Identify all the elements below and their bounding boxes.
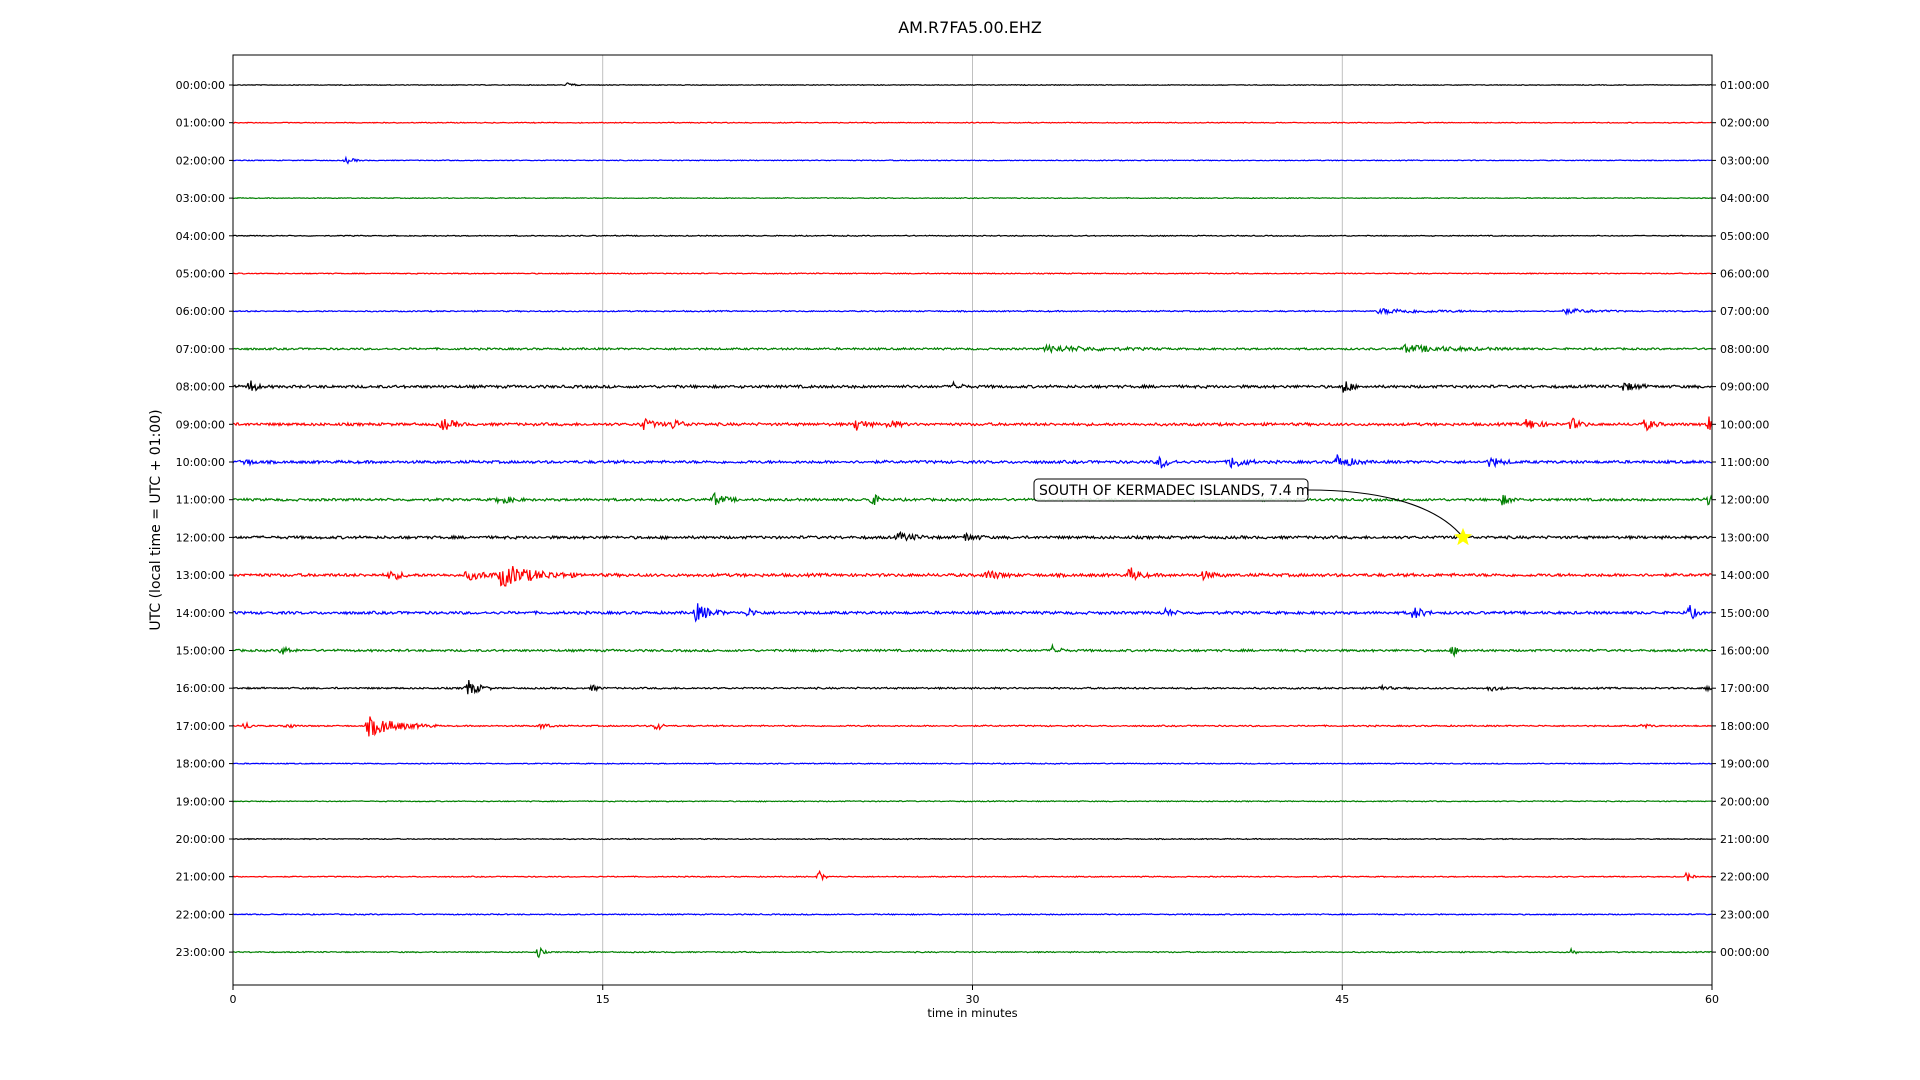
row-label-left: 15:00:00	[176, 645, 225, 658]
trace-row-04:00:00	[232, 234, 1713, 238]
row-label-right: 02:00:00	[1720, 117, 1769, 130]
row-label-left: 04:00:00	[176, 230, 225, 243]
row-label-left: 23:00:00	[176, 946, 225, 959]
row-label-right: 06:00:00	[1720, 268, 1769, 281]
trace-row-20:00:00	[232, 837, 1713, 841]
row-label-left: 00:00:00	[176, 79, 225, 92]
row-label-left: 02:00:00	[176, 154, 225, 167]
x-axis-ticks: 0 15 30 45 60	[230, 985, 1719, 1006]
event-label: SOUTH OF KERMADEC ISLANDS, 7.4 m	[1039, 483, 1310, 499]
row-label-right: 09:00:00	[1720, 381, 1769, 394]
x-axis-label: time in minutes	[927, 1006, 1017, 1020]
x-tick-label: 15	[596, 993, 610, 1006]
row-label-left: 07:00:00	[176, 343, 225, 356]
row-label-right: 05:00:00	[1720, 230, 1769, 243]
row-label-right: 23:00:00	[1720, 908, 1769, 921]
row-label-right: 14:00:00	[1720, 569, 1769, 582]
row-label-right: 18:00:00	[1720, 720, 1769, 733]
row-label-left: 19:00:00	[176, 795, 225, 808]
row-label-right: 22:00:00	[1720, 871, 1769, 884]
row-label-right: 17:00:00	[1720, 682, 1769, 695]
x-tick-label: 30	[966, 993, 980, 1006]
chart-title: AM.R7FA5.00.EHZ	[898, 18, 1042, 37]
row-label-left: 20:00:00	[176, 833, 225, 846]
helicorder-chart: AM.R7FA5.00.EHZ 00:00:00 01:00:00 02:00:00…	[148, 18, 1769, 1020]
row-label-right: 16:00:00	[1720, 645, 1769, 658]
event-annotation: SOUTH OF KERMADEC ISLANDS, 7.4 m	[1033, 478, 1473, 546]
row-label-right: 04:00:00	[1720, 192, 1769, 205]
row-label-right: 19:00:00	[1720, 758, 1769, 771]
row-label-right: 21:00:00	[1720, 833, 1769, 846]
trace-row-18:00:00	[232, 762, 1713, 765]
x-tick-label: 45	[1335, 993, 1349, 1006]
row-label-left: 03:00:00	[176, 192, 225, 205]
row-label-left: 11:00:00	[176, 494, 225, 507]
row-label-left: 22:00:00	[176, 908, 225, 921]
row-label-right: 07:00:00	[1720, 305, 1769, 318]
row-label-left: 01:00:00	[176, 117, 225, 130]
row-label-left: 21:00:00	[176, 871, 225, 884]
row-label-left: 09:00:00	[176, 418, 225, 431]
vertical-grid-lines	[602, 55, 1343, 985]
x-tick-label: 0	[230, 993, 237, 1006]
row-label-left: 18:00:00	[176, 758, 225, 771]
row-label-right: 12:00:00	[1720, 494, 1769, 507]
row-label-right: 03:00:00	[1720, 154, 1769, 167]
row-label-left: 13:00:00	[176, 569, 225, 582]
row-label-right: 11:00:00	[1720, 456, 1769, 469]
row-label-left: 05:00:00	[176, 268, 225, 281]
row-label-right: 15:00:00	[1720, 607, 1769, 620]
row-label-left: 06:00:00	[176, 305, 225, 318]
row-label-left: 10:00:00	[176, 456, 225, 469]
row-label-right: 20:00:00	[1720, 795, 1769, 808]
row-label-left: 17:00:00	[176, 720, 225, 733]
row-label-left: 14:00:00	[176, 607, 225, 620]
row-label-left: 08:00:00	[176, 381, 225, 394]
row-label-right: 01:00:00	[1720, 79, 1769, 92]
event-arrow	[1307, 489, 1464, 538]
trace-row-05:00:00	[232, 272, 1713, 275]
row-label-right: 00:00:00	[1720, 946, 1769, 959]
trace-row-19:00:00	[232, 799, 1713, 803]
y-axis-label: UTC (local time = UTC + 01:00)	[148, 409, 164, 630]
row-label-right: 13:00:00	[1720, 531, 1769, 544]
row-label-right: 08:00:00	[1720, 343, 1769, 356]
row-label-left: 16:00:00	[176, 682, 225, 695]
x-tick-label: 60	[1705, 993, 1719, 1006]
row-label-right: 10:00:00	[1720, 418, 1769, 431]
row-label-left: 12:00:00	[176, 531, 225, 544]
